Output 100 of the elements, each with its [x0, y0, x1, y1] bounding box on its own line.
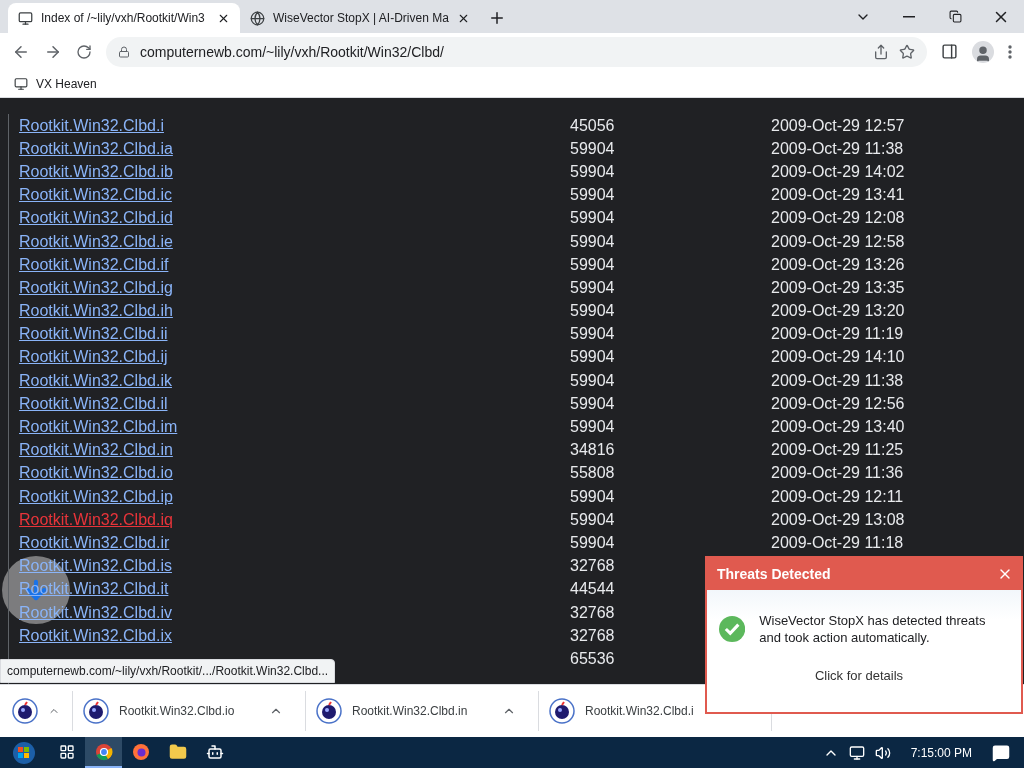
file-link[interactable]: Rootkit.Win32.Clbd.iq — [19, 510, 173, 529]
file-link[interactable]: Rootkit.Win32.Clbd.il — [19, 394, 168, 413]
file-link[interactable]: Rootkit.Win32.Clbd.ip — [19, 487, 173, 506]
bomb-icon — [12, 698, 38, 724]
file-size: 32768 — [570, 603, 615, 622]
file-link[interactable]: Rootkit.Win32.Clbd.iv — [19, 603, 172, 622]
file-size: 44544 — [570, 580, 615, 599]
reload-button[interactable] — [76, 43, 92, 60]
file-size: 65536 — [570, 649, 615, 668]
download-item[interactable]: Rootkit.Win32.Clbd.io — [73, 691, 306, 731]
file-date: 2009-Oct-29 14:02 — [771, 162, 905, 181]
side-panel-button[interactable] — [941, 43, 958, 60]
globe-icon — [250, 10, 265, 26]
file-link[interactable]: Rootkit.Win32.Clbd.ie — [19, 232, 173, 251]
lock-icon — [118, 45, 130, 58]
file-size: 59904 — [570, 394, 615, 413]
restore-icon — [948, 10, 962, 23]
browser-tab[interactable]: Index of /~lily/vxh/Rootkit/Win3 — [8, 3, 240, 33]
file-link[interactable]: Rootkit.Win32.Clbd.in — [19, 441, 173, 460]
file-size: 59904 — [570, 371, 615, 390]
file-date: 2009-Oct-29 11:25 — [771, 441, 904, 460]
menu-icon — [1008, 44, 1012, 59]
file-size: 34816 — [570, 441, 615, 460]
file-link[interactable]: Rootkit.Win32.Clbd.if — [19, 255, 169, 274]
file-date: 2009-Oct-29 11:38 — [771, 139, 904, 158]
file-size: 59904 — [570, 418, 615, 437]
clock[interactable]: 7:15:00 PM — [910, 745, 972, 760]
file-size: 59904 — [570, 278, 615, 297]
minimize-icon — [903, 15, 915, 18]
file-date: 2009-Oct-29 13:41 — [771, 186, 905, 205]
file-size: 32768 — [570, 557, 615, 576]
file-size: 59904 — [570, 255, 615, 274]
bomb-icon — [316, 698, 342, 724]
browser-icon — [94, 742, 113, 761]
status-url: computernewb.com/~lily/vxh/Rootkit/.../Rootkit.Win32.Clbd... — [0, 659, 336, 683]
file-date: 2009-Oct-29 13:20 — [771, 302, 905, 321]
bomb-icon — [83, 698, 109, 724]
file-link[interactable]: Rootkit.Win32.Clbd.ig — [19, 278, 173, 297]
task-view-icon — [58, 743, 75, 760]
star-icon[interactable] — [899, 43, 915, 60]
file-size: 59904 — [570, 348, 615, 367]
file-size: 32768 — [570, 626, 615, 645]
file-link[interactable]: Rootkit.Win32.Clbd.ic — [19, 186, 172, 205]
notification-message: WiseVector StopX has detected threats and took action automatically. — [759, 612, 987, 646]
file-link[interactable]: Rootkit.Win32.Clbd.ii — [19, 325, 168, 344]
file-link[interactable]: Rootkit.Win32.Clbd.im — [19, 418, 178, 437]
firefox-icon — [131, 742, 150, 761]
file-date: 2009-Oct-29 12:56 — [771, 394, 905, 413]
file-size: 59904 — [570, 186, 615, 205]
file-size: 59904 — [570, 302, 615, 321]
file-link[interactable]: Rootkit.Win32.Clbd.is — [19, 557, 172, 576]
file-link[interactable]: Rootkit.Win32.Clbd.ir — [19, 533, 170, 552]
address-bar[interactable]: computernewb.com/~lily/vxh/Rootkit/Win32/Clbd/ — [106, 36, 927, 67]
share-icon[interactable] — [873, 43, 889, 60]
file-size: 59904 — [570, 510, 615, 529]
file-link[interactable]: Rootkit.Win32.Clbd.ij — [19, 348, 168, 367]
menu-button[interactable] — [1008, 44, 1012, 59]
file-date: 2009-Oct-29 14:10 — [771, 348, 905, 367]
file-link[interactable]: Rootkit.Win32.Clbd.ib — [19, 162, 173, 181]
file-size: 59904 — [570, 209, 615, 228]
file-date: 2009-Oct-29 12:58 — [771, 232, 905, 251]
file-link[interactable]: Rootkit.Win32.Clbd.id — [19, 209, 173, 228]
volume-icon[interactable] — [874, 744, 891, 761]
bookmark[interactable]: VX Heaven — [14, 76, 97, 91]
file-link[interactable]: Rootkit.Win32.Clbd.ia — [19, 139, 173, 158]
computer-icon — [18, 10, 33, 26]
file-date: 2009-Oct-29 12:11 — [771, 487, 904, 506]
notification-popup[interactable]: Threats Detected WiseVector StopX has detected threats and took action automatically. Click for details — [705, 556, 1023, 714]
file-link[interactable]: Rootkit.Win32.Clbd.i — [19, 116, 164, 135]
file-size: 45056 — [570, 116, 615, 135]
file-size: 55808 — [570, 464, 615, 483]
file-date: 2009-Oct-29 12:57 — [771, 116, 905, 135]
bomb-icon — [549, 698, 575, 724]
file-size: 59904 — [570, 487, 615, 506]
file-date: 2009-Oct-29 11:18 — [771, 533, 904, 552]
file-date: 2009-Oct-29 11:36 — [771, 464, 904, 483]
file-size: 59904 — [570, 162, 615, 181]
file-date: 2009-Oct-29 13:35 — [771, 278, 905, 297]
file-date: 2009-Oct-29 13:08 — [771, 510, 905, 529]
file-date: 2009-Oct-29 13:40 — [771, 418, 905, 437]
download-item[interactable]: Rootkit.Win32.Clbd.in — [306, 691, 539, 731]
folder-icon — [168, 742, 187, 761]
file-date: 2009-Oct-29 11:19 — [771, 325, 904, 344]
file-link[interactable]: Rootkit.Win32.Clbd.ih — [19, 302, 173, 321]
file-link[interactable]: Rootkit.Win32.Clbd.io — [19, 464, 173, 483]
file-date: 2009-Oct-29 11:38 — [771, 371, 904, 390]
file-date: 2009-Oct-29 12:08 — [771, 209, 905, 228]
file-size: 59904 — [570, 232, 615, 251]
file-size: 59904 — [570, 325, 615, 344]
file-link[interactable]: Rootkit.Win32.Clbd.ix — [19, 626, 172, 645]
computer-icon — [14, 76, 28, 91]
file-size: 59904 — [570, 139, 615, 158]
details-link[interactable]: Click for details — [814, 668, 904, 683]
file-size: 59904 — [570, 533, 615, 552]
file-link[interactable]: Rootkit.Win32.Clbd.ik — [19, 371, 172, 390]
notifications-icon[interactable] — [992, 743, 1010, 762]
browser-tab[interactable]: WiseVector StopX | AI-Driven Ma — [240, 3, 480, 33]
file-date: 2009-Oct-29 13:26 — [771, 255, 905, 274]
network-icon[interactable] — [848, 744, 865, 761]
profile-avatar[interactable] — [972, 40, 994, 63]
